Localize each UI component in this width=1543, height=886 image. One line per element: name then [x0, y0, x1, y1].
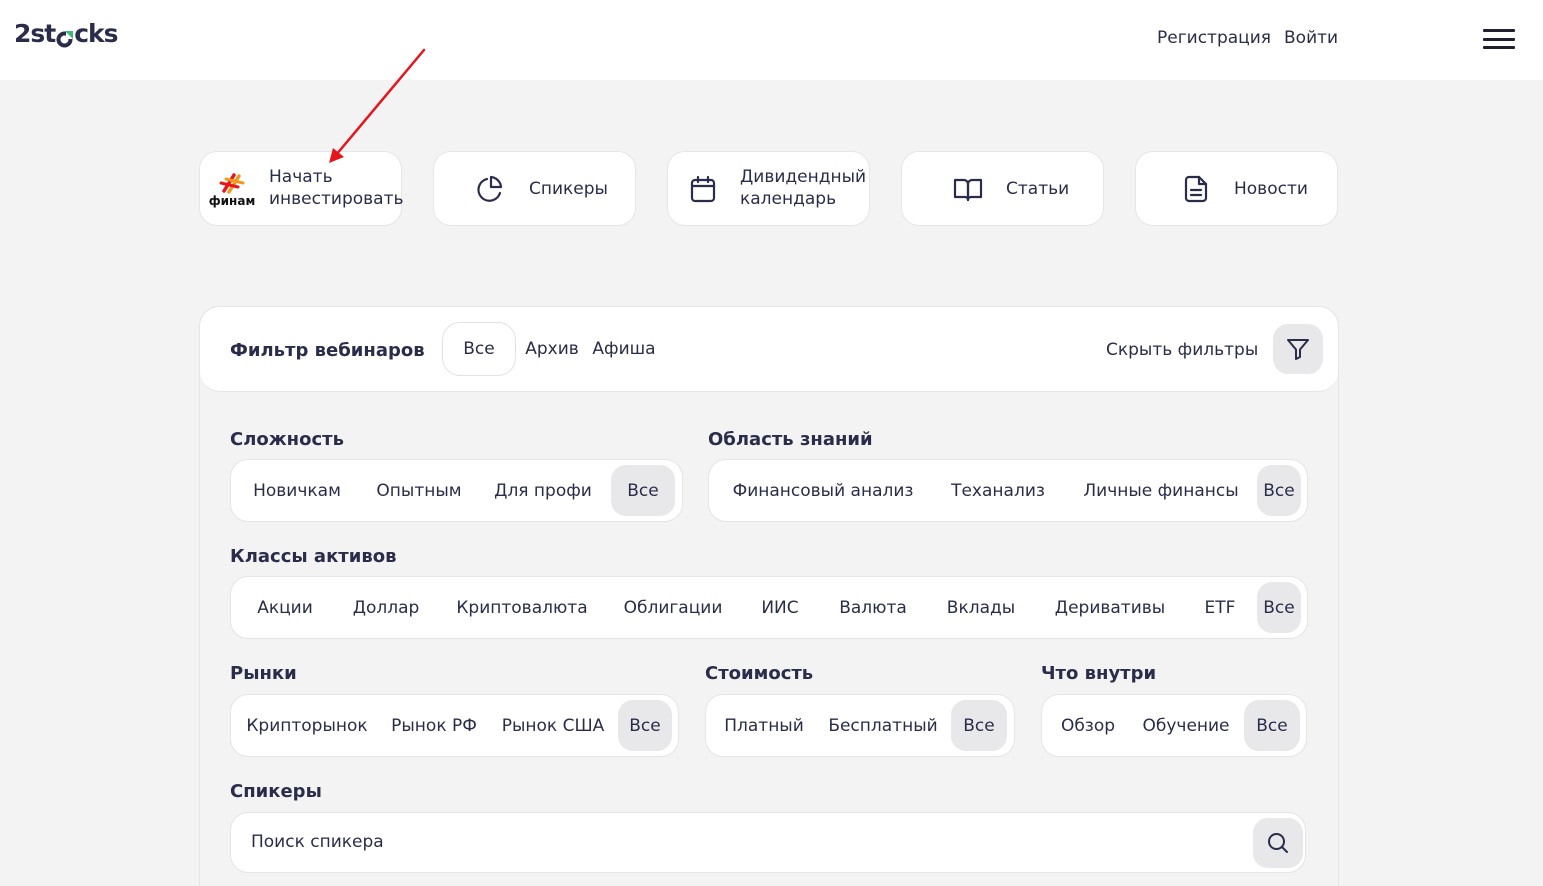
- assets-title: Классы активов: [230, 546, 397, 567]
- inside-option-all[interactable]: Все: [1244, 700, 1300, 751]
- finam-logo-text: финам: [208, 194, 256, 208]
- filter-title: Фильтр вебинаров: [230, 340, 425, 361]
- assets-option[interactable]: Вклады: [931, 582, 1031, 633]
- complexity-option-all[interactable]: Все: [611, 465, 675, 516]
- start-investing-card[interactable]: финам Начать инвестировать: [199, 151, 404, 226]
- assets-option[interactable]: Валюта: [825, 582, 921, 633]
- finam-logo-icon: финам: [208, 170, 256, 208]
- speakers-card-label: Спикеры: [529, 179, 608, 199]
- inside-option[interactable]: Обзор: [1050, 700, 1126, 751]
- markets-option-all[interactable]: Все: [618, 700, 672, 751]
- articles-card[interactable]: Статьи: [901, 151, 1104, 226]
- knowledge-title: Область знаний: [708, 429, 873, 450]
- site-header: 2st cks Регистрация Войти: [0, 0, 1543, 80]
- logo-text-left: 2st: [14, 19, 56, 48]
- calendar-icon: [688, 174, 718, 204]
- assets-options: Акции Доллар Криптовалюта Облигации ИИС …: [230, 576, 1308, 639]
- assets-option[interactable]: ETF: [1189, 582, 1251, 633]
- markets-option[interactable]: Рынок США: [493, 700, 613, 751]
- inside-title: Что внутри: [1041, 663, 1157, 684]
- knowledge-option[interactable]: Теханализ: [937, 465, 1059, 516]
- knowledge-options: Финансовый анализ Теханализ Личные финан…: [708, 459, 1308, 522]
- logo-arrow-icon: [56, 25, 74, 48]
- inside-option[interactable]: Обучение: [1136, 700, 1236, 751]
- knowledge-option-all[interactable]: Все: [1257, 465, 1301, 516]
- assets-option[interactable]: Акции: [239, 582, 331, 633]
- speaker-search-input[interactable]: [251, 832, 1151, 852]
- login-link[interactable]: Войти: [1284, 28, 1338, 48]
- filter-header: Фильтр вебинаров Все Архив Афиша Скрыть …: [200, 307, 1338, 392]
- book-icon: [953, 174, 983, 204]
- speaker-search-button[interactable]: [1253, 818, 1303, 868]
- markets-title: Рынки: [230, 663, 297, 684]
- cost-title: Стоимость: [705, 663, 814, 684]
- cost-option-all[interactable]: Все: [951, 700, 1007, 751]
- knowledge-option[interactable]: Финансовый анализ: [721, 465, 925, 516]
- pie-chart-icon: [475, 174, 505, 204]
- hamburger-menu-icon[interactable]: [1483, 29, 1515, 49]
- search-icon: [1268, 833, 1288, 853]
- complexity-option[interactable]: Опытным: [363, 465, 475, 516]
- cost-option[interactable]: Платный: [714, 700, 814, 751]
- tab-schedule[interactable]: Афиша: [592, 322, 656, 376]
- assets-option[interactable]: Доллар: [339, 582, 433, 633]
- register-link[interactable]: Регистрация: [1157, 28, 1271, 48]
- start-investing-label: Начать инвестировать: [269, 167, 404, 209]
- logo-text-right: cks: [74, 19, 118, 48]
- assets-option[interactable]: Деривативы: [1041, 582, 1179, 633]
- speakers-card[interactable]: Спикеры: [433, 151, 636, 226]
- markets-option[interactable]: Крипторынок: [239, 700, 375, 751]
- complexity-options: Новичкам Опытным Для профи Все: [230, 459, 683, 522]
- complexity-title: Сложность: [230, 429, 344, 450]
- assets-option-all[interactable]: Все: [1257, 582, 1301, 633]
- funnel-icon: [1287, 339, 1309, 360]
- news-card-label: Новости: [1234, 179, 1308, 199]
- speakers-title: Спикеры: [230, 781, 322, 802]
- articles-card-label: Статьи: [1006, 179, 1070, 199]
- inside-options: Обзор Обучение Все: [1041, 694, 1307, 757]
- cost-option[interactable]: Бесплатный: [822, 700, 944, 751]
- complexity-option[interactable]: Новичкам: [239, 465, 355, 516]
- assets-option[interactable]: Облигации: [611, 582, 735, 633]
- filter-toggle-button[interactable]: [1273, 324, 1323, 374]
- complexity-option[interactable]: Для профи: [483, 465, 603, 516]
- hide-filters-link[interactable]: Скрыть фильтры: [1106, 340, 1258, 360]
- logo[interactable]: 2st cks: [14, 19, 119, 48]
- assets-option[interactable]: ИИС: [745, 582, 815, 633]
- tab-all[interactable]: Все: [442, 322, 516, 376]
- assets-option[interactable]: Криптовалюта: [443, 582, 601, 633]
- document-icon: [1181, 174, 1211, 204]
- speaker-search-box: [230, 812, 1306, 873]
- news-card[interactable]: Новости: [1135, 151, 1338, 226]
- markets-option[interactable]: Рынок РФ: [383, 700, 485, 751]
- cost-options: Платный Бесплатный Все: [705, 694, 1015, 757]
- dividend-calendar-card[interactable]: Дивидендный календарь: [667, 151, 870, 226]
- markets-options: Крипторынок Рынок РФ Рынок США Все: [230, 694, 679, 757]
- knowledge-option[interactable]: Личные финансы: [1071, 465, 1251, 516]
- dividend-calendar-label: Дивидендный календарь: [740, 167, 867, 209]
- tab-archive[interactable]: Архив: [522, 322, 582, 376]
